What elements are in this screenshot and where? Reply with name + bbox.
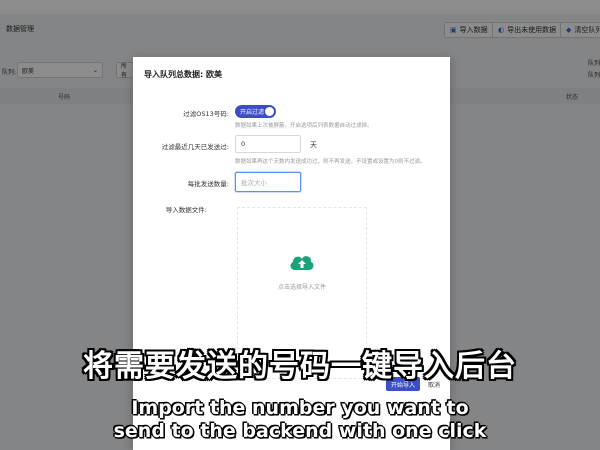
subtitle-english-line1: Import the number you want to — [131, 397, 469, 419]
upload-label: 导入数据文件: — [165, 206, 207, 214]
days-unit: 天 — [310, 141, 317, 149]
dropzone-text: 点击选择导入文件 — [277, 284, 326, 291]
batch-size-label: 每批发送数量: — [187, 180, 229, 188]
days-filter-hint: 数据如果再这个天数内发送成功过，则不再发送。不设置或设置为0则不过滤。 — [235, 159, 426, 165]
cloud-upload-icon — [290, 256, 314, 270]
filter-os13-hint: 数据如果上次被屏蔽，开启选项后列表数据自动过滤掉。 — [235, 123, 373, 129]
days-filter-value: 0 — [241, 140, 246, 148]
filter-os13-toggle[interactable]: 开启过滤 — [235, 105, 276, 118]
toggle-text: 开启过滤 — [240, 109, 265, 116]
days-filter-label: 过滤最近几天已发送过: — [161, 143, 229, 151]
days-filter-input[interactable]: 0 — [235, 135, 301, 153]
batch-size-placeholder: 批次大小 — [241, 179, 267, 187]
toggle-knob — [265, 107, 274, 116]
subtitle-english-line2: send to the backend with one click — [113, 420, 487, 442]
modal-title: 导入队列总数据: 欧美 — [144, 70, 222, 79]
subtitle-chinese: 将需要发送的号码一键导入后台 — [83, 349, 517, 384]
filter-os13-label: 过滤OS13号码: — [183, 110, 229, 118]
import-modal: 导入队列总数据: 欧美 过滤OS13号码: 开启过滤 数据如果上次被屏蔽，开启选… — [133, 57, 450, 450]
batch-size-input[interactable]: 批次大小 — [235, 172, 301, 192]
